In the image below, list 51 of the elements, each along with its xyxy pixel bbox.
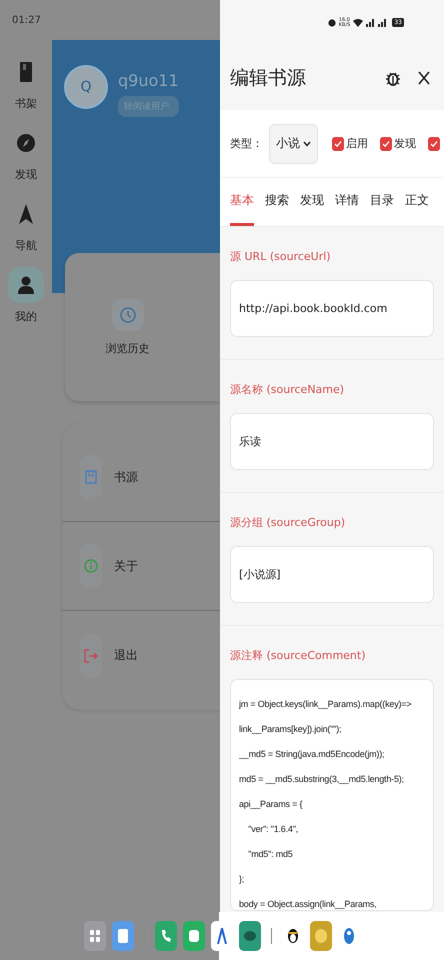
tab[interactable]: 详情 [335, 178, 359, 226]
book-icon [85, 470, 97, 484]
option-checkbox[interactable] [428, 136, 440, 150]
field-label: 源名称 (sourceName) [230, 382, 346, 397]
field-label: 源分组 (sourceGroup) [230, 515, 346, 530]
exit-icon [84, 648, 98, 662]
nav-item[interactable]: 导航 [8, 196, 44, 253]
signal-icon [378, 18, 388, 27]
file-manager-icon[interactable] [112, 921, 134, 951]
checkmark-icon [334, 140, 342, 148]
history-label: 浏览历史 [106, 340, 150, 356]
code-field[interactable]: jm = Object.keys(link__Params).map((key)=> link__Params[key]).join(""); __md5 = String(java.md5Encode(jm)); md5 = __md5.substring(3,__md5.length-5); api__Params = { "ver": "1.6.4", "md5": md5 }; body = Object.assign(link__Params, [230, 679, 434, 911]
book-icon [20, 62, 32, 82]
app-grid-icon[interactable] [84, 921, 106, 951]
wifi-icon [353, 18, 364, 27]
info-icon [84, 559, 98, 573]
option-checkbox[interactable]: 启用 [332, 136, 368, 151]
tab[interactable]: 基本 [230, 178, 254, 226]
user-name: q9uo11 [118, 71, 179, 90]
tab[interactable]: 发现 [300, 178, 324, 226]
mascot-app-icon[interactable] [310, 921, 332, 951]
navigation-arrow-icon [19, 204, 33, 224]
avatar: Q [64, 65, 108, 109]
chat-app-icon[interactable] [239, 921, 261, 951]
page-title: 编辑书源 [230, 66, 307, 90]
chevron-down-icon [303, 140, 311, 146]
menu-item[interactable]: 书源 [114, 468, 138, 486]
signal-icon [366, 18, 376, 27]
clock-time: 01:27 [12, 14, 41, 26]
phone-icon[interactable] [155, 921, 177, 951]
field-label: 源注释 (sourceComment) [230, 648, 367, 663]
option-checkbox[interactable]: 发现 [380, 136, 416, 151]
text-field[interactable]: 乐读 [230, 413, 434, 470]
menu-item[interactable]: 退出 [114, 647, 138, 664]
checkmark-icon [430, 140, 438, 148]
checkmark-icon [382, 140, 390, 148]
text-field[interactable]: http://api.book.bookId.com [230, 280, 434, 337]
menu-item[interactable]: 关于 [114, 558, 138, 574]
tab[interactable]: 正文 [405, 178, 429, 226]
nav-item[interactable]: 书架 [8, 54, 44, 111]
compass-icon [17, 134, 35, 152]
nav-item[interactable]: 发现 [8, 125, 44, 182]
close-icon [418, 70, 430, 84]
tab[interactable]: 目录 [370, 178, 394, 226]
tab[interactable]: 搜索 [265, 178, 289, 226]
type-label: 类型： [230, 136, 263, 151]
person-icon [18, 276, 34, 294]
type-select[interactable]: 小说 [269, 124, 318, 164]
message-icon[interactable] [183, 921, 205, 951]
text-field[interactable]: [小说源] [230, 546, 434, 603]
field-label: 源 URL (sourceUrl) [230, 249, 332, 264]
